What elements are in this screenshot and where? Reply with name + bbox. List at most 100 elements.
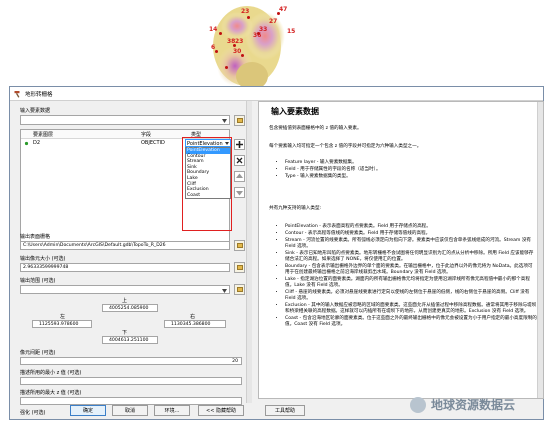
map-point [257, 32, 260, 35]
tool-help-button[interactable]: 工具帮助 [265, 405, 305, 416]
help-list-item: Lake - 指定湖泊位置的面要素类。湖面内的所有输出栅格像元均将指定为使用沿湖… [285, 277, 537, 289]
plus-icon [236, 141, 243, 148]
extent-right-input[interactable]: 1130345.386800 [164, 320, 226, 328]
browse-output-button[interactable] [234, 240, 245, 251]
help-list-item: Stream - 河流位置的线要素类。所有弧线必须定向为指向下游。要素类中应该仅… [285, 238, 537, 250]
extent-left-value: 1125593.978600 [39, 321, 79, 327]
margin-value: 20 [232, 358, 238, 364]
column-header-field: 字段 [141, 132, 152, 138]
max-z-input[interactable] [20, 397, 242, 405]
close-icon [236, 157, 243, 164]
help-paragraph: 共有九种支持的输入类型: [269, 206, 322, 211]
map-label: 15 [287, 28, 296, 35]
hide-help-button[interactable]: << 隐藏帮助 [198, 405, 244, 416]
dialog-titlebar: 地形转栅格 [10, 87, 543, 101]
map-point [233, 44, 236, 47]
help-list-item: PointElevation - 表示表面高程的点要素类。Field 用于存储点… [285, 224, 537, 230]
map-point [277, 12, 280, 15]
margin-label: 像元间距 (可选) [20, 350, 56, 356]
topo-to-raster-dialog: 地形转栅格 输入要素数据 要素图层 字段 类型 D2 OBJECTID Poin… [9, 86, 544, 420]
map-label: 14 [209, 26, 218, 33]
help-title: 输入要素数据 [271, 107, 319, 116]
move-up-button[interactable] [234, 171, 245, 182]
max-z-label: 描述所用的最大 z 值 (可选) [20, 390, 82, 396]
extent-bottom-input[interactable]: 4004613.251100 [102, 336, 158, 344]
input-features-label: 输入要素数据 [20, 108, 51, 114]
browse-extent-button[interactable] [234, 284, 245, 295]
add-row-button[interactable] [234, 139, 245, 150]
input-features-combo[interactable] [20, 115, 230, 125]
highlight-frame [182, 137, 232, 231]
map-label: 23 [241, 8, 250, 15]
chevron-down-icon [222, 288, 227, 293]
extent-top-value: 4005254.085900 [109, 305, 149, 311]
help-list-item: Type - 输入要素数据集的类型。 [285, 174, 537, 180]
ok-button[interactable]: 确定 [70, 405, 106, 416]
margin-input[interactable]: 20 [20, 357, 242, 365]
map-point [219, 32, 222, 35]
cell-size-input[interactable]: 2.96333599999748 [20, 263, 230, 272]
chevron-down-icon [222, 119, 227, 123]
output-raster-label: 输出表面栅格 [20, 234, 51, 240]
extent-bottom-value: 4004613.251100 [109, 337, 149, 343]
extent-left-label: 左 [60, 314, 66, 320]
output-raster-value: C:\Users\Admin\Documents\ArcGIS\Default.… [23, 243, 166, 248]
map-point [215, 50, 218, 53]
extent-top-input[interactable]: 4005254.085900 [102, 304, 158, 312]
output-extent-label: 输出范围 (可选) [20, 278, 56, 284]
map-point [247, 16, 250, 19]
extent-left-input[interactable]: 1125593.978600 [32, 320, 92, 328]
map-preview: 23 47 27 14 33 15 36 38 23 6 30 [207, 6, 295, 94]
map-label: 47 [279, 6, 288, 13]
output-extent-select[interactable] [20, 285, 230, 294]
map-point [225, 66, 228, 69]
arrow-up-icon [236, 173, 243, 178]
row-layer-name: D2 [33, 140, 41, 146]
point-layer-icon [24, 141, 29, 145]
help-list-item: Exclusion - 其中的输入数据应被忽略的区域的面要素类。这些面允许从插值… [285, 303, 537, 315]
remove-row-button[interactable] [234, 155, 245, 166]
help-panel: 输入要素数据 包含要插值到表面栅格中的 z 值的输入要素。 每个要素输入均可指定… [258, 101, 544, 399]
extent-right-label: 右 [190, 314, 196, 320]
help-list-item: Cliff - 悬崖的线要素类。必须对悬崖线要素进行定向以使线的左侧位于悬崖的低… [285, 290, 537, 302]
watermark-text: 地球资源数据云 [431, 398, 516, 412]
map-point [241, 54, 244, 57]
help-list-item: Sink - 表示已知地形凹陷的点要素类。地形转栅格不会试图将任何明显识别为汇的… [285, 251, 537, 263]
folder-icon [237, 265, 243, 270]
map-label: 23 [235, 38, 244, 45]
extent-right-value: 1130345.386800 [171, 321, 211, 327]
cell-size-value: 2.96333599999748 [23, 265, 69, 270]
folder-icon [237, 118, 243, 123]
help-list-item: Feature layer - 输入要素数据集。 [285, 160, 537, 166]
folder-icon [237, 243, 243, 248]
cell-size-label: 输出像元大小 (可选) [20, 256, 66, 262]
help-list-item: Field - 用于存储属性的字段的名称（适当时）。 [285, 167, 537, 173]
environments-button[interactable]: 环境... [154, 405, 190, 416]
help-field-list: Feature layer - 输入要素数据集。 Field - 用于存储属性的… [269, 160, 537, 181]
watermark: 地球资源数据云 [410, 396, 515, 413]
wechat-logo-icon [410, 396, 426, 413]
min-z-label: 描述所用的最小 z 值 (可选) [20, 370, 82, 376]
help-intro: 包含要插值到表面栅格中的 z 值的输入要素。 [269, 126, 362, 131]
hammer-icon [14, 90, 20, 98]
help-scrollbar[interactable] [537, 102, 543, 398]
cancel-button[interactable]: 取消 [112, 405, 148, 416]
min-z-input[interactable] [20, 377, 242, 385]
column-header-layer: 要素图层 [33, 132, 54, 138]
browse-cell-size-button[interactable] [234, 262, 245, 273]
arrow-down-icon [236, 191, 243, 196]
help-type-list: PointElevation - 表示表面高程的点要素类。Field 用于存储点… [269, 224, 537, 329]
parameter-scrollbar[interactable] [246, 101, 252, 403]
parameter-panel: 输入要素数据 要素图层 字段 类型 D2 OBJECTID PointEleva… [14, 101, 252, 416]
help-paragraph: 每个要素输入均可指定一个包含 z 值的字段并可指定为六种输入类型之一。 [269, 144, 422, 149]
move-down-button[interactable] [234, 187, 245, 198]
output-raster-input[interactable]: C:\Users\Admin\Documents\ArcGIS\Default.… [20, 241, 230, 250]
help-list-item: Boundary - 包含表示输出栅格外边界的单个面的要素类。在输出栅格中，位于… [285, 264, 537, 276]
dialog-title: 地形转栅格 [25, 91, 53, 98]
map-label: 30 [233, 48, 242, 55]
help-list-item: Contour - 表示高程等值线的线要素类。Field 用于存储等值线的高程。 [285, 231, 537, 237]
browse-input-button[interactable] [234, 115, 245, 126]
extent-bottom-label: 下 [122, 330, 128, 336]
map-label: 27 [269, 18, 278, 25]
folder-icon [237, 287, 243, 292]
